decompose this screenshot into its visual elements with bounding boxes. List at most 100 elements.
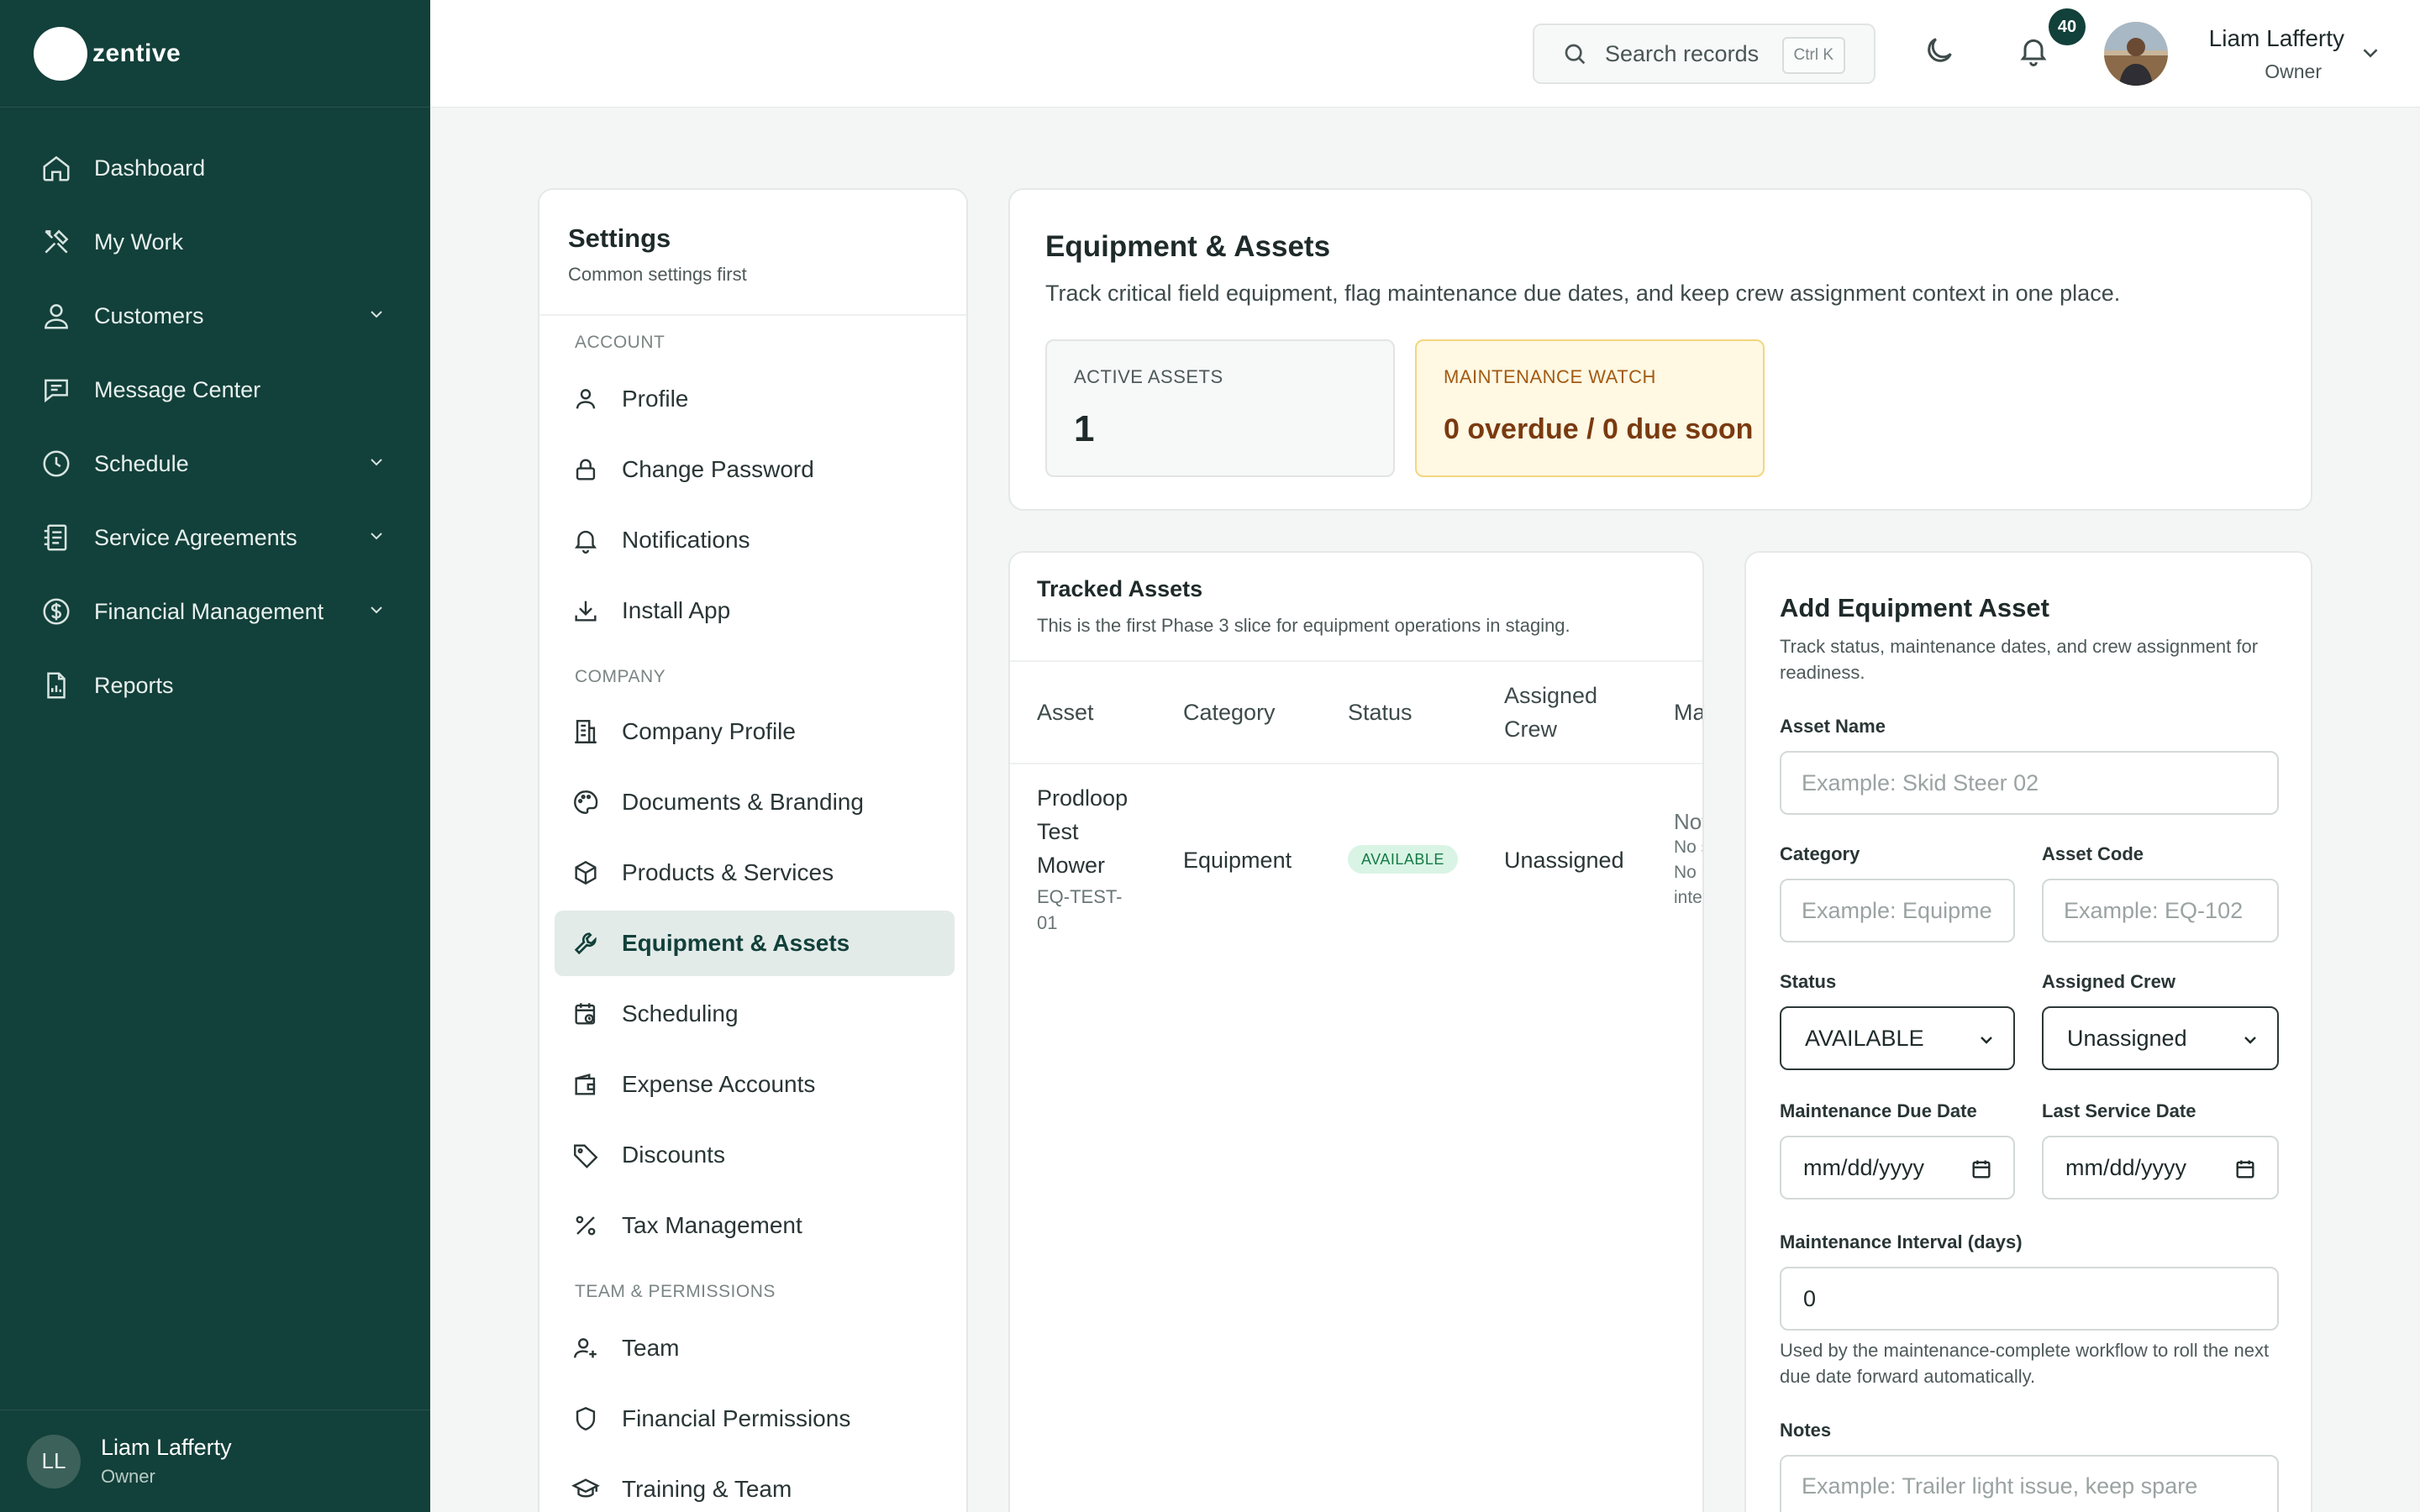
settings-item-financial-permissions[interactable]: Financial Permissions: [555, 1386, 955, 1452]
chevron-down-icon: [366, 600, 387, 624]
nav-label: Dashboard: [94, 155, 206, 181]
top-user-role: Owner: [2265, 60, 2322, 82]
tracked-assets-title: Tracked Assets: [1037, 576, 1203, 601]
asset-name-input[interactable]: [1780, 751, 2279, 815]
dollar-icon: [43, 598, 70, 625]
crew-select-value: Unassigned: [2067, 1025, 2187, 1051]
bell-icon: [2020, 39, 2047, 66]
wrench-icon: [574, 932, 597, 955]
chevron-down-icon[interactable]: [2358, 40, 2383, 66]
settings-item-expense-accounts[interactable]: Expense Accounts: [555, 1052, 955, 1117]
asset-name-line: Mower: [1037, 853, 1106, 878]
category-input[interactable]: [1780, 879, 2015, 942]
add-equipment-form: Add Equipment Asset Track status, mainte…: [1744, 551, 2312, 1512]
settings-item-label: Company Profile: [622, 718, 796, 744]
settings-item-label: Products & Services: [622, 859, 834, 885]
settings-item-install-app[interactable]: Install App: [555, 578, 955, 643]
interval-input[interactable]: 0: [1780, 1267, 2279, 1331]
sidebar: zentive Dashboard My Work Customers Mess…: [0, 0, 430, 1512]
last-service-input[interactable]: mm/dd/yyyy: [2042, 1136, 2279, 1200]
brand[interactable]: zentive: [0, 0, 430, 108]
status-select[interactable]: AVAILABLE: [1780, 1006, 2015, 1070]
sidebar-user[interactable]: LL Liam Lafferty Owner: [0, 1410, 430, 1512]
topbar: Search records Ctrl K 40 Liam Lafferty O…: [430, 0, 2420, 108]
stat-label: MAINTENANCE WATCH: [1444, 366, 1656, 387]
settings-item-training-team[interactable]: Training & Team: [555, 1457, 955, 1512]
nav-label: Message Center: [94, 376, 261, 402]
assigned-crew-select[interactable]: Unassigned: [2042, 1006, 2279, 1070]
notifications-button[interactable]: [2017, 34, 2057, 74]
notes-label: Notes: [1780, 1420, 1832, 1441]
percent-icon: [576, 1215, 596, 1236]
settings-item-notifications[interactable]: Notifications: [555, 507, 955, 573]
settings-item-tax-management[interactable]: Tax Management: [555, 1193, 955, 1258]
settings-title: Settings: [568, 223, 671, 253]
nav-label: Financial Management: [94, 598, 324, 624]
theme-toggle-button[interactable]: [1923, 34, 1963, 74]
equipment-header-card: Equipment & Assets Track critical field …: [1008, 188, 2312, 511]
maintenance-line: inte: [1674, 888, 1702, 907]
users-icon: [45, 304, 68, 329]
stat-value: 1: [1074, 408, 1095, 449]
settings-item-equipment-assets[interactable]: Equipment & Assets: [555, 911, 955, 976]
settings-item-discounts[interactable]: Discounts: [555, 1122, 955, 1188]
nav-item-schedule[interactable]: Schedule: [0, 433, 430, 494]
settings-item-products-services[interactable]: Products & Services: [555, 840, 955, 906]
search-input[interactable]: Search records Ctrl K: [1533, 24, 1876, 84]
table-header: Asset Category Status Assigned Crew Ma: [1010, 660, 1702, 764]
settings-item-company-profile[interactable]: Company Profile: [555, 699, 955, 764]
settings-item-team[interactable]: Team: [555, 1315, 955, 1381]
status-label: Status: [1780, 971, 1837, 992]
settings-panel: Settings Common settings first ACCOUNT P…: [538, 188, 968, 1512]
settings-item-change-password[interactable]: Change Password: [555, 437, 955, 502]
download-icon: [575, 601, 597, 622]
notes-textarea[interactable]: [1780, 1455, 2279, 1512]
settings-item-label: Documents & Branding: [622, 789, 864, 815]
form-title: Add Equipment Asset: [1780, 593, 2049, 622]
nav-item-my-work[interactable]: My Work: [0, 212, 430, 272]
settings-item-profile[interactable]: Profile: [555, 366, 955, 432]
column-header-assigned-crew[interactable]: Assigned Crew: [1504, 679, 1613, 746]
nav-item-dashboard[interactable]: Dashboard: [0, 138, 430, 198]
stat-maintenance-watch: MAINTENANCE WATCH 0 overdue / 0 due soon: [1415, 339, 1765, 477]
page-description: Track critical field equipment, flag mai…: [1045, 281, 2121, 306]
nav-item-customers[interactable]: Customers: [0, 286, 430, 346]
avatar-photo-icon: [2104, 22, 2168, 86]
nav-label: My Work: [94, 228, 183, 255]
section-heading-team-permissions: TEAM & PERMISSIONS: [575, 1282, 776, 1301]
tag-icon: [574, 1144, 598, 1168]
brand-logo-icon: [34, 26, 87, 81]
box-icon: [575, 860, 597, 885]
column-header-maintenance[interactable]: Ma: [1674, 696, 1702, 729]
column-header-asset[interactable]: Asset: [1037, 696, 1094, 729]
graduation-cap-icon: [571, 1478, 600, 1498]
column-header-status[interactable]: Status: [1348, 696, 1413, 729]
calendar-clock-icon: [575, 1003, 596, 1025]
agreement-icon: [44, 524, 67, 551]
nav-item-message-center[interactable]: Message Center: [0, 360, 430, 420]
top-user-name[interactable]: Liam Lafferty: [2185, 25, 2344, 52]
calendar-icon[interactable]: [2233, 1158, 2257, 1181]
nav-label: Service Agreements: [94, 524, 297, 550]
sidebar-user-name: Liam Lafferty: [101, 1435, 232, 1460]
user-avatar[interactable]: [2104, 22, 2168, 86]
settings-item-label: Team: [622, 1335, 680, 1361]
nav-item-financial-management[interactable]: Financial Management: [0, 581, 430, 642]
due-date-input[interactable]: mm/dd/yyyy: [1780, 1136, 2015, 1200]
asset-code-line: 01: [1037, 912, 1058, 933]
asset-code-line: EQ-TEST-: [1037, 886, 1123, 907]
interval-label: Maintenance Interval (days): [1780, 1231, 2023, 1252]
settings-item-documents-branding[interactable]: Documents & Branding: [555, 769, 955, 835]
clock-icon: [43, 450, 70, 477]
maintenance-line: No s: [1674, 837, 1702, 857]
nav-item-service-agreements[interactable]: Service Agreements: [0, 507, 430, 568]
chevron-down-icon: [366, 452, 387, 476]
settings-item-scheduling[interactable]: Scheduling: [555, 981, 955, 1047]
column-header-category[interactable]: Category: [1183, 696, 1276, 729]
interval-value: 0: [1803, 1285, 1817, 1311]
calendar-icon[interactable]: [1970, 1158, 1993, 1181]
settings-item-label: Install App: [622, 597, 731, 623]
nav-item-reports[interactable]: Reports: [0, 655, 430, 716]
asset-code-input[interactable]: [2042, 879, 2279, 942]
sidebar-user-role: Owner: [101, 1466, 155, 1487]
